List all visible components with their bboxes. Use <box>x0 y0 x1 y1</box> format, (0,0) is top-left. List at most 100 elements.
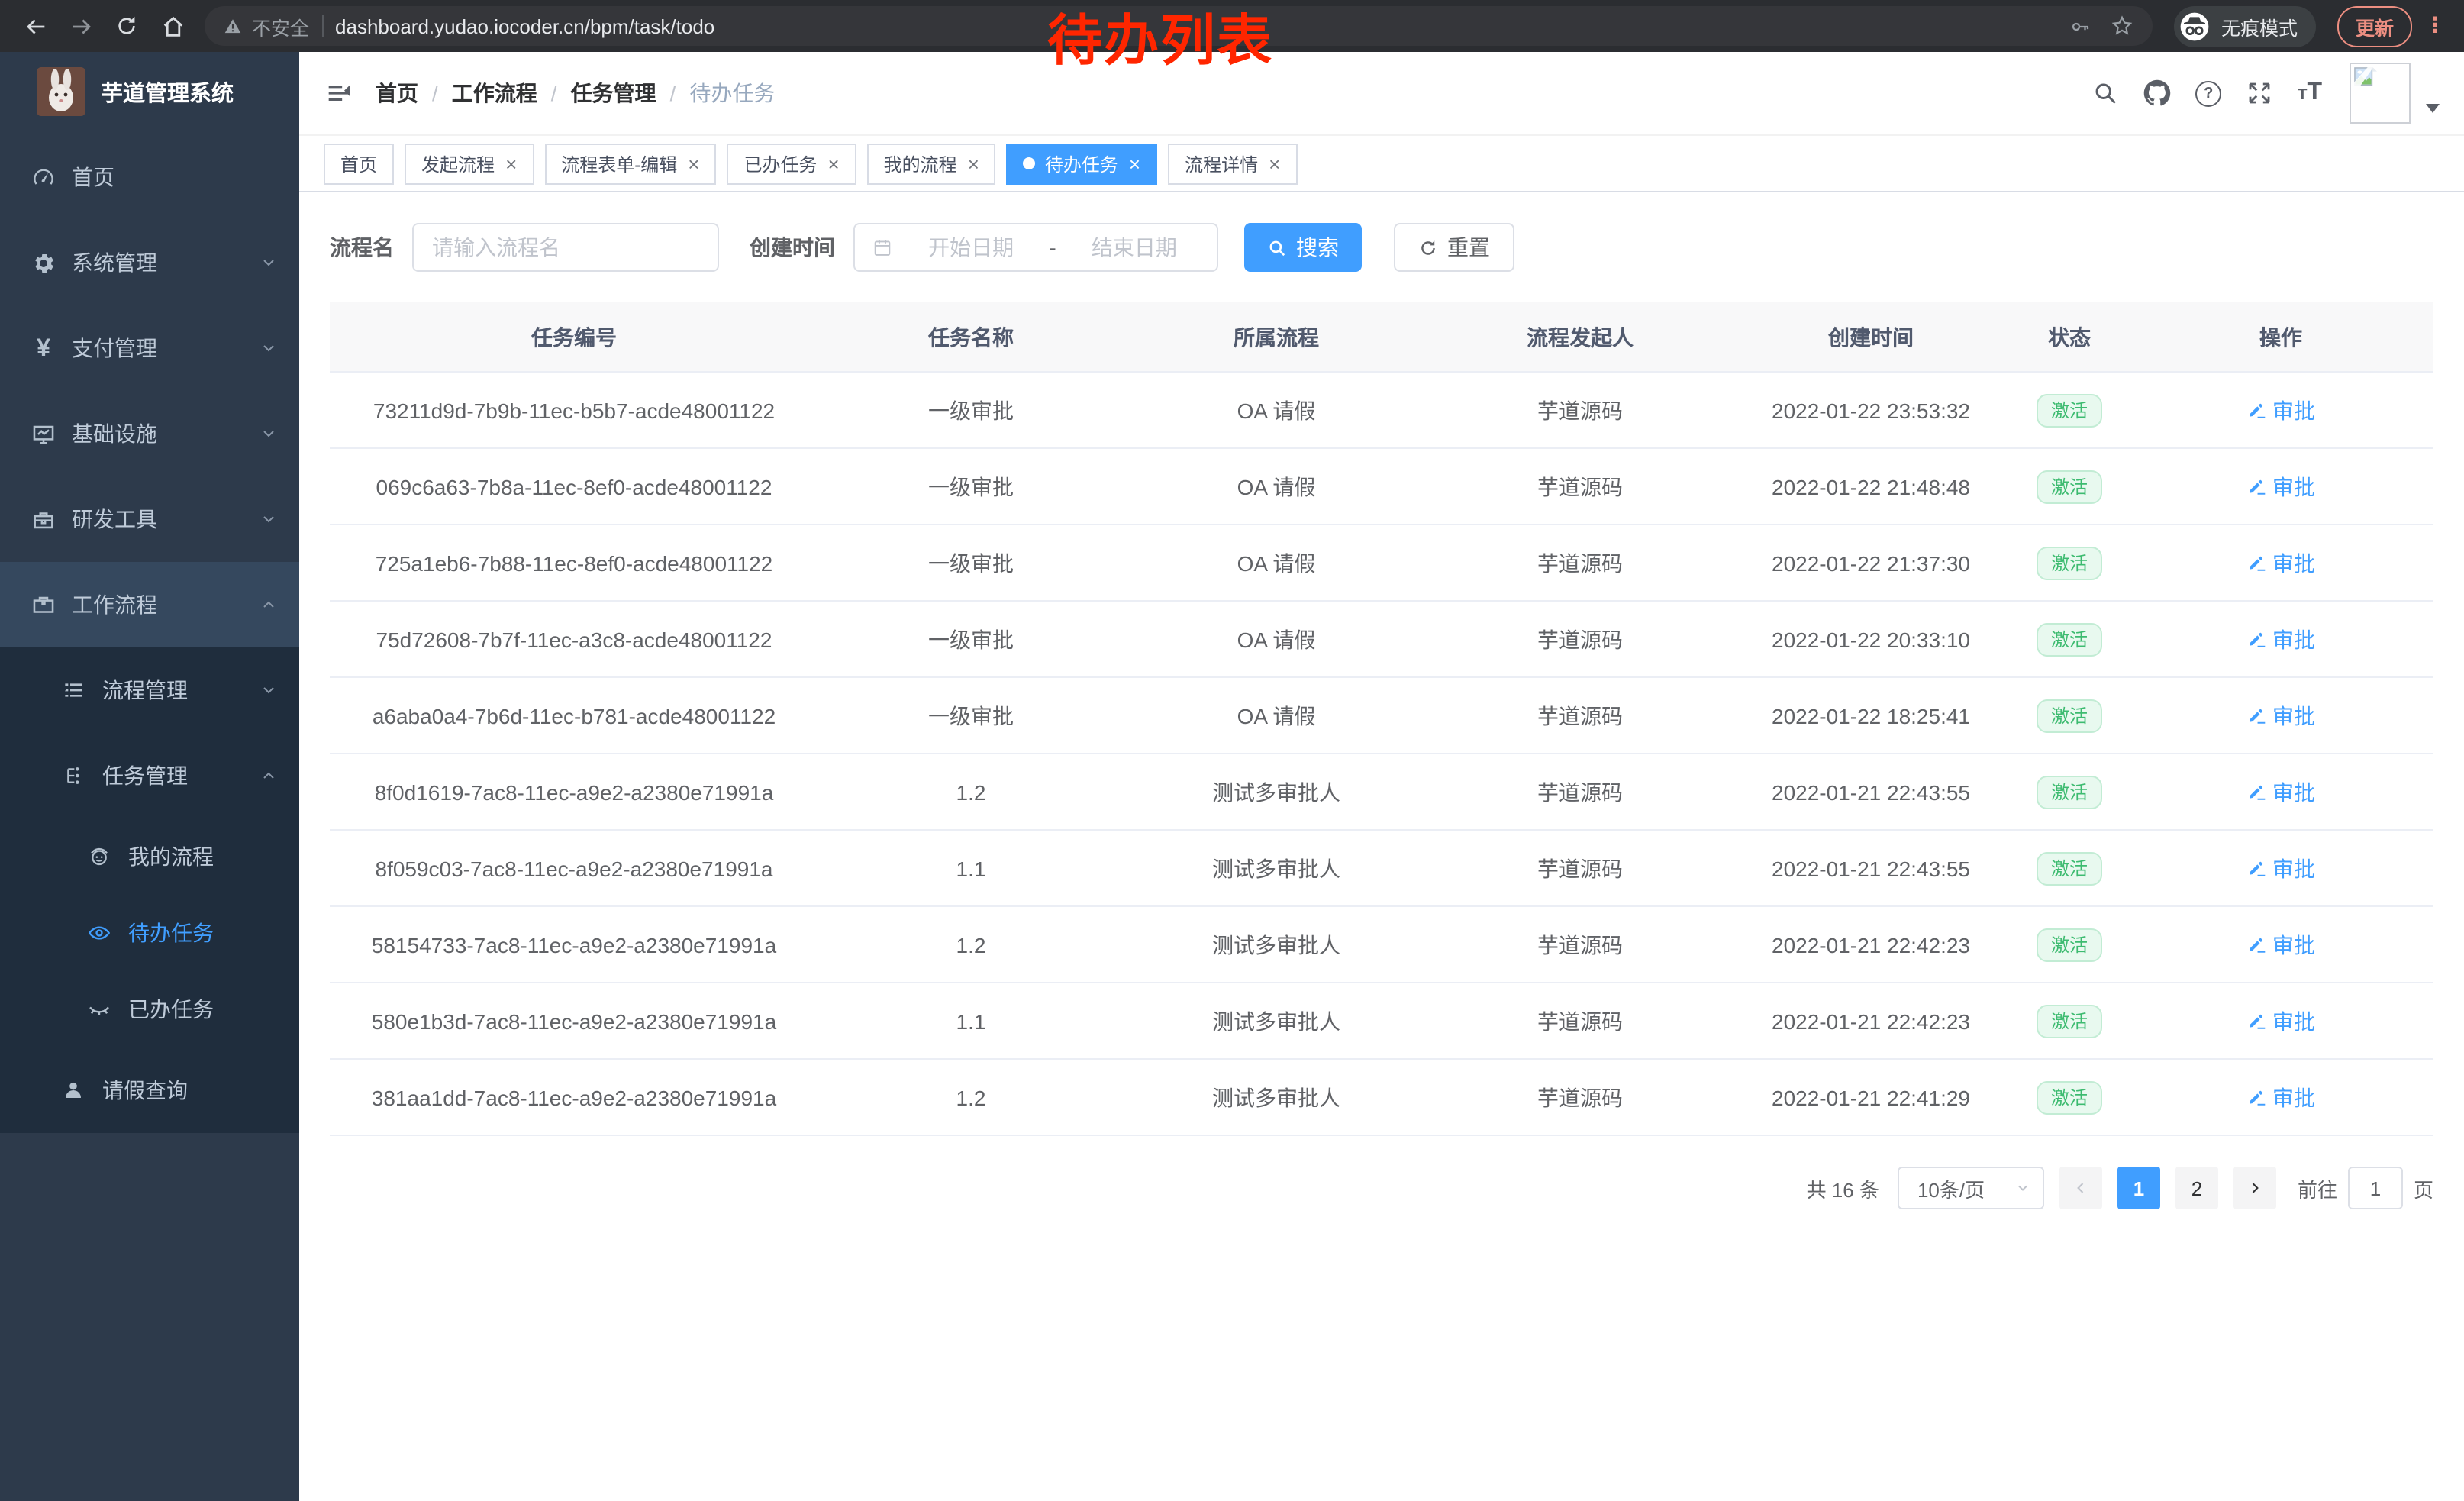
status-badge: 激活 <box>2037 928 2101 961</box>
tab-form-edit[interactable]: 流程表单-编辑 <box>544 143 716 184</box>
url-text[interactable]: dashboard.yudao.iocoder.cn/bpm/task/todo <box>335 15 714 37</box>
sidebar-item-home[interactable]: 首页 <box>0 134 299 220</box>
sidebar-item-process-mgmt[interactable]: 流程管理 <box>0 647 299 733</box>
browser-update-button[interactable]: 更新 <box>2337 5 2412 47</box>
status-cell: 激活 <box>2011 393 2128 427</box>
status-badge: 激活 <box>2037 851 2101 885</box>
avatar-dropdown-caret-icon[interactable] <box>2426 104 2440 113</box>
status-badge: 激活 <box>2037 393 2101 427</box>
tab-process-detail[interactable]: 流程详情 <box>1168 143 1297 184</box>
start-date-placeholder: 开始日期 <box>905 232 1037 263</box>
starter-cell: 芋道源码 <box>1429 471 1731 502</box>
process-cell: 测试多审批人 <box>1124 929 1429 960</box>
close-icon[interactable] <box>968 153 979 173</box>
bookmark-star-icon[interactable] <box>2110 14 2134 38</box>
page-button-2[interactable]: 2 <box>2175 1167 2218 1209</box>
close-icon[interactable] <box>1129 153 1140 173</box>
column-header: 流程发起人 <box>1429 321 1731 352</box>
breadcrumb-workflow[interactable]: 工作流程 <box>452 78 537 108</box>
avatar[interactable] <box>2350 63 2411 124</box>
task-table: 任务编号 任务名称 所属流程 流程发起人 创建时间 状态 操作 73211d9d… <box>330 302 2433 1136</box>
sidebar-item-devtools[interactable]: 研发工具 <box>0 476 299 562</box>
toolbox-icon <box>31 506 56 532</box>
sidebar-item-todo-tasks[interactable]: 待办任务 <box>0 895 299 971</box>
close-icon[interactable] <box>1269 153 1280 173</box>
app-title: 芋道管理系统 <box>101 76 234 108</box>
approve-link[interactable]: 审批 <box>2246 929 2315 960</box>
warning-icon <box>223 16 243 36</box>
process-name-input[interactable]: 请输入流程名 <box>412 223 719 272</box>
sidebar-item-done-tasks[interactable]: 已办任务 <box>0 971 299 1047</box>
page-button-1[interactable]: 1 <box>2117 1167 2160 1209</box>
search-icon[interactable] <box>2091 79 2119 107</box>
sidebar-item-payment[interactable]: ¥ 支付管理 <box>0 305 299 391</box>
chevron-down-icon <box>260 510 278 528</box>
reset-button[interactable]: 重置 <box>1394 223 1514 272</box>
sidebar-item-infrastructure[interactable]: 基础设施 <box>0 391 299 476</box>
home-icon[interactable] <box>153 6 192 46</box>
approve-link[interactable]: 审批 <box>2246 1006 2315 1036</box>
browser-menu-icon[interactable] <box>2424 12 2446 40</box>
goto-page: 前往 1 页 <box>2298 1167 2433 1209</box>
approve-link[interactable]: 审批 <box>2246 853 2315 883</box>
sidebar-item-my-process[interactable]: 我的流程 <box>0 818 299 895</box>
edit-pen-icon <box>2246 1087 2266 1107</box>
breadcrumb-home[interactable]: 首页 <box>376 78 418 108</box>
tab-start-process[interactable]: 发起流程 <box>405 143 534 184</box>
prev-page-button[interactable] <box>2059 1167 2102 1209</box>
breadcrumb-separator <box>551 81 557 105</box>
help-icon[interactable] <box>2195 80 2221 106</box>
github-icon[interactable] <box>2143 79 2171 107</box>
font-size-icon[interactable] <box>2298 81 2322 105</box>
fullscreen-icon[interactable] <box>2246 79 2273 107</box>
page-size-select[interactable]: 10条/页 <box>1898 1167 2044 1209</box>
create-time-cell: 2022-01-21 22:43:55 <box>1731 856 2011 880</box>
close-icon[interactable] <box>688 153 699 173</box>
key-icon[interactable] <box>2069 15 2091 37</box>
starter-cell: 芋道源码 <box>1429 1006 1731 1036</box>
next-page-button[interactable] <box>2233 1167 2276 1209</box>
approve-link[interactable]: 审批 <box>2246 547 2315 578</box>
goto-page-input[interactable]: 1 <box>2348 1167 2403 1209</box>
back-icon[interactable] <box>15 6 55 46</box>
table-header-row: 任务编号 任务名称 所属流程 流程发起人 创建时间 状态 操作 <box>330 302 2433 373</box>
tab-home[interactable]: 首页 <box>324 143 394 184</box>
task-id-cell: 58154733-7ac8-11ec-a9e2-a2380e71991a <box>330 932 818 957</box>
close-icon[interactable] <box>827 153 839 173</box>
app-logo-row[interactable]: 芋道管理系统 <box>0 52 299 131</box>
tab-my-process[interactable]: 我的流程 <box>867 143 996 184</box>
sidebar-item-system[interactable]: 系统管理 <box>0 220 299 305</box>
tab-label: 待办任务 <box>1045 150 1118 176</box>
sidebar-item-workflow[interactable]: 工作流程 <box>0 562 299 647</box>
approve-link[interactable]: 审批 <box>2246 471 2315 502</box>
app-logo-image <box>37 67 85 116</box>
tab-todo-tasks[interactable]: 待办任务 <box>1007 143 1157 184</box>
search-button[interactable]: 搜索 <box>1244 223 1362 272</box>
chevron-right-icon <box>2247 1180 2262 1196</box>
tab-done-tasks[interactable]: 已办任务 <box>727 143 856 184</box>
sidebar-item-task-mgmt[interactable]: 任务管理 <box>0 733 299 818</box>
approve-link[interactable]: 审批 <box>2246 700 2315 731</box>
approve-link[interactable]: 审批 <box>2246 1082 2315 1112</box>
list-icon <box>61 677 87 703</box>
sidebar-collapse-icon[interactable] <box>324 78 354 108</box>
status-cell: 激活 <box>2011 928 2128 961</box>
sidebar: 芋道管理系统 首页 系统管理 ¥ 支付管理 <box>0 52 299 1501</box>
forward-icon[interactable] <box>61 6 101 46</box>
date-range-picker[interactable]: 开始日期 - 结束日期 <box>853 223 1218 272</box>
breadcrumb-task-mgmt[interactable]: 任务管理 <box>571 78 656 108</box>
reload-icon[interactable] <box>107 6 147 46</box>
task-id-cell: 381aa1dd-7ac8-11ec-a9e2-a2380e71991a <box>330 1085 818 1109</box>
sidebar-item-label: 研发工具 <box>72 504 260 534</box>
input-placeholder: 请输入流程名 <box>432 232 560 263</box>
table-row: 75d72608-7b7f-11ec-a3c8-acde48001122 一级审… <box>330 602 2433 678</box>
column-header: 任务名称 <box>818 321 1124 352</box>
security-warning[interactable]: 不安全 <box>223 11 309 40</box>
broken-image-icon <box>2354 67 2377 90</box>
approve-link[interactable]: 审批 <box>2246 624 2315 654</box>
approve-link[interactable]: 审批 <box>2246 395 2315 425</box>
close-icon[interactable] <box>505 153 517 173</box>
approve-link-label: 审批 <box>2272 395 2315 425</box>
approve-link[interactable]: 审批 <box>2246 776 2315 807</box>
sidebar-item-leave-query[interactable]: 请假查询 <box>0 1047 299 1133</box>
